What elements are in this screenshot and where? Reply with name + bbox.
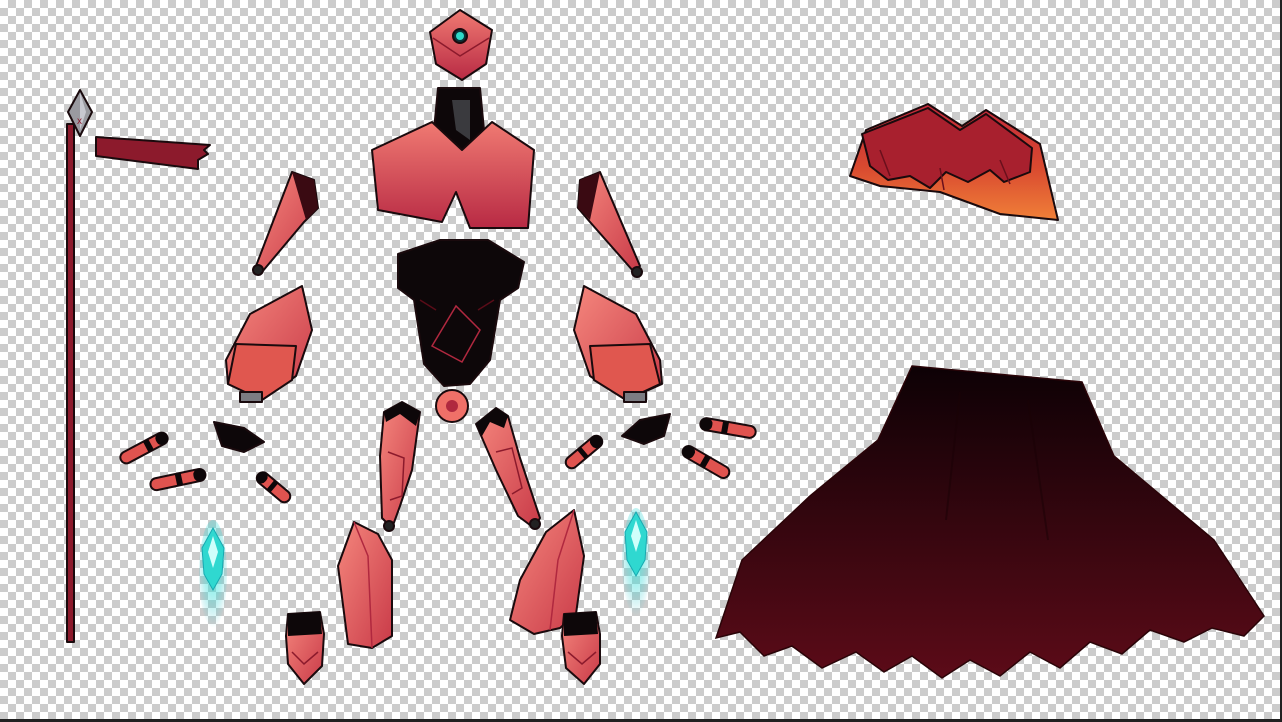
shoulder-pad-left[interactable] (225, 285, 313, 403)
fingers-left[interactable] (118, 430, 292, 504)
palm-right[interactable] (621, 413, 671, 445)
palm-left[interactable] (213, 421, 265, 453)
thigh-left[interactable] (379, 401, 421, 532)
sprite-sheet: x (66, 9, 1265, 685)
svg-text:x: x (77, 116, 82, 127)
pelvis-joint[interactable] (435, 389, 469, 423)
helmet-head[interactable] (429, 9, 493, 81)
thigh-right[interactable] (475, 407, 541, 530)
spear-with-flag[interactable]: x (66, 89, 211, 643)
abdomen[interactable] (397, 239, 525, 387)
cape[interactable] (714, 365, 1265, 679)
shin-left[interactable] (337, 521, 393, 649)
thruster-flame-left[interactable] (199, 520, 227, 628)
foot-left[interactable] (285, 611, 325, 685)
foot-right[interactable] (561, 611, 601, 685)
upper-arm-left[interactable] (252, 171, 319, 276)
upper-arm-right[interactable] (577, 171, 643, 278)
sprite-sheet-canvas: x (0, 0, 1282, 722)
shoulder-pad-right[interactable] (573, 285, 663, 403)
skirt-piece[interactable] (849, 103, 1059, 221)
thruster-flame-right[interactable] (622, 508, 650, 616)
